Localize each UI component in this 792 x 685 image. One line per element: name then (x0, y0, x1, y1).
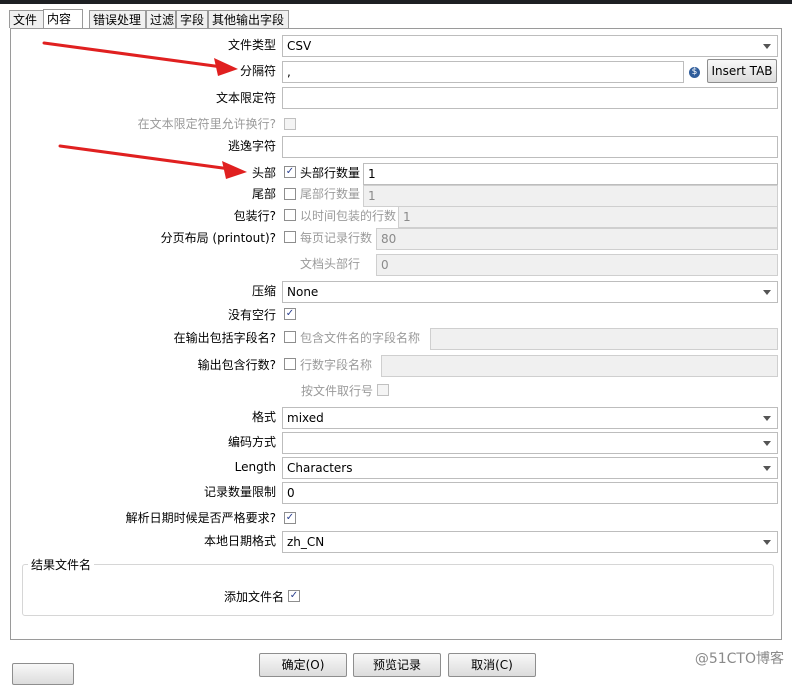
arrow-to-separator (42, 41, 238, 76)
annotation-arrows (42, 41, 247, 179)
arrow-to-header (58, 144, 247, 179)
